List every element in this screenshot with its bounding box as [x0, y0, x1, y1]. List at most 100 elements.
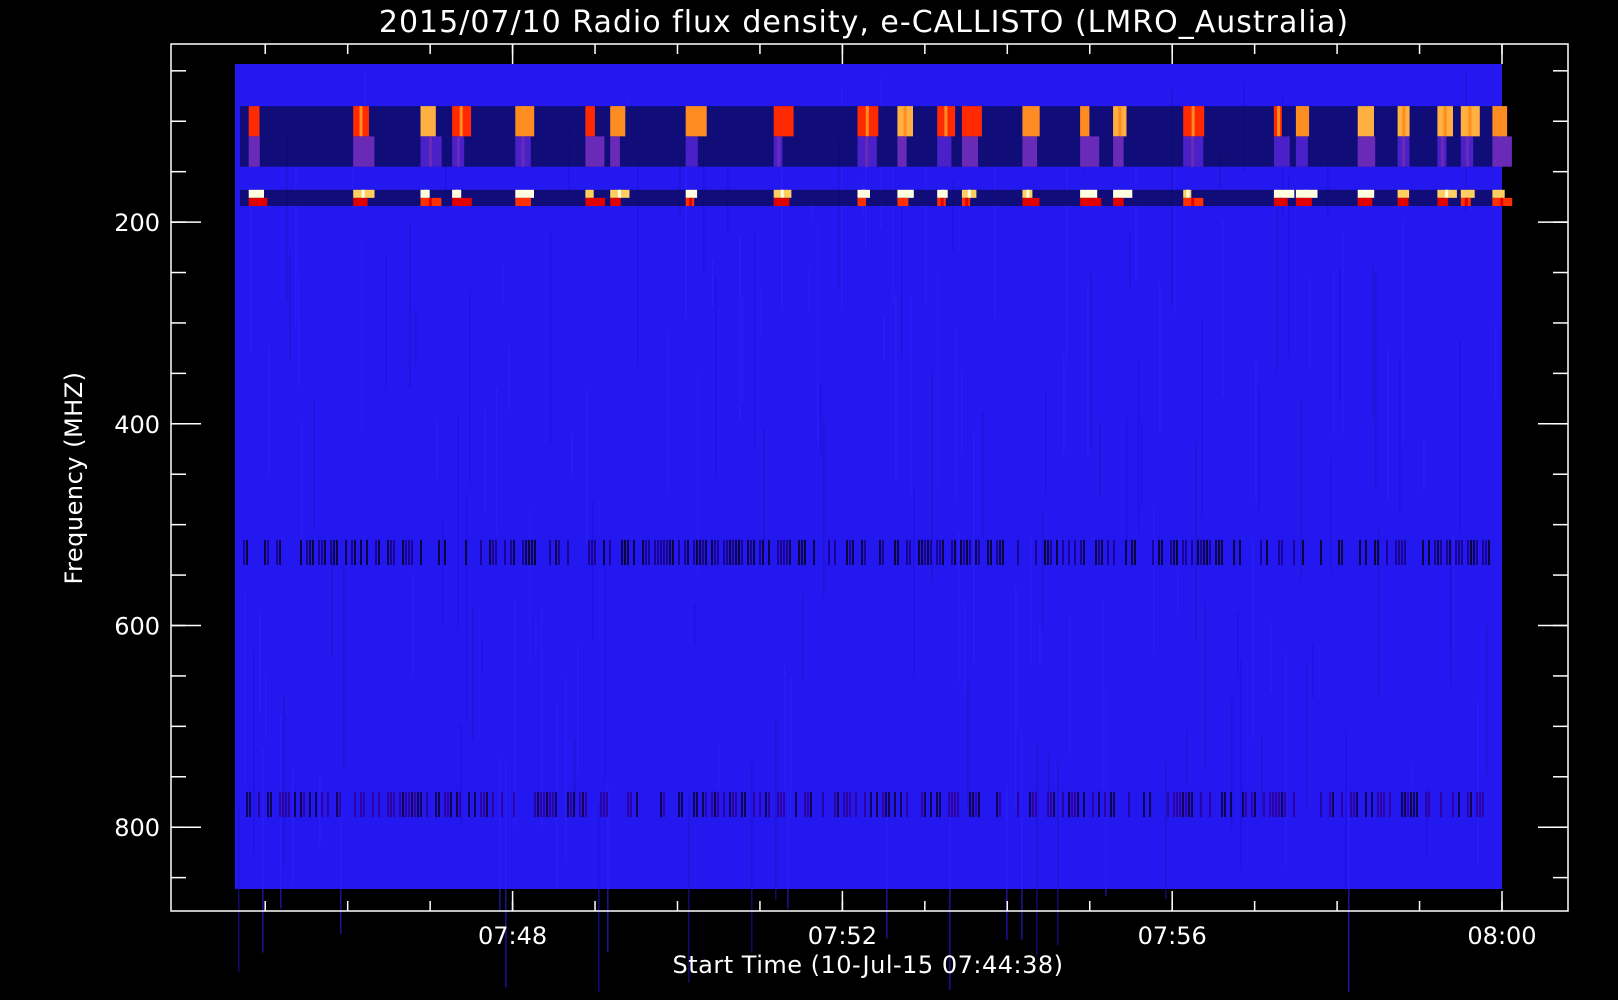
noise-streak — [937, 275, 939, 487]
band-cell — [921, 539, 923, 565]
burst-cell — [424, 189, 428, 198]
band-cell — [1413, 791, 1415, 818]
band-cell — [987, 539, 989, 565]
band-cell — [627, 539, 629, 565]
band-cell — [963, 539, 965, 565]
noise-streak — [1195, 442, 1197, 641]
noise-streak — [694, 604, 696, 646]
noise-streak — [742, 296, 744, 404]
noise-streak — [994, 156, 996, 319]
band-cell — [1338, 539, 1340, 565]
band-cell — [1176, 539, 1178, 565]
band-cell — [1017, 539, 1019, 565]
burst-cell — [353, 136, 375, 167]
band-cell — [1332, 791, 1334, 818]
band-cell — [534, 791, 536, 818]
band-cell — [678, 539, 680, 565]
burst-cell — [689, 197, 693, 206]
burst-cell — [1191, 106, 1195, 137]
band-cell — [777, 539, 779, 565]
band-cell — [474, 791, 476, 818]
band-cell — [954, 539, 956, 565]
noise-streak — [1252, 539, 1254, 739]
band-cell — [795, 791, 797, 818]
band-cell — [1113, 791, 1115, 818]
noise-streak — [637, 140, 639, 367]
band-cell — [762, 539, 764, 565]
band-cell — [666, 539, 668, 565]
band-cell — [480, 539, 482, 565]
band-cell — [1230, 791, 1232, 818]
band-cell — [804, 791, 806, 818]
burst-cell — [1191, 136, 1195, 167]
noise-streak — [1138, 360, 1140, 533]
noise-streak — [565, 677, 567, 861]
burst-cell — [1465, 136, 1469, 167]
noise-streak — [409, 222, 411, 388]
band-cell — [936, 791, 938, 818]
burst-cell — [456, 136, 460, 167]
burst-cell — [1279, 197, 1283, 206]
burst-cell — [1118, 106, 1122, 137]
burst-cell — [460, 197, 463, 206]
band-cell — [1173, 791, 1175, 818]
band-cell — [1320, 791, 1322, 818]
band-cell — [660, 791, 662, 818]
burst-cell — [1026, 189, 1030, 198]
band-cell — [699, 539, 701, 565]
band-cell — [468, 791, 470, 818]
band-cell — [978, 539, 980, 565]
band-cell — [1050, 539, 1052, 565]
band-cell — [492, 791, 494, 818]
band-cell — [1476, 791, 1478, 818]
band-cell — [1062, 791, 1064, 818]
band-cell — [393, 791, 395, 818]
band-cell — [1191, 539, 1193, 565]
band-cell — [486, 791, 488, 818]
band-cell — [363, 791, 365, 818]
band-cell — [600, 791, 602, 818]
noise-streak — [481, 637, 483, 674]
band-cell — [1206, 539, 1208, 565]
noise-streak — [319, 774, 321, 846]
band-cell — [1458, 791, 1460, 818]
band-cell — [1128, 791, 1130, 818]
band-cell — [1161, 539, 1163, 565]
band-cell — [1356, 791, 1358, 818]
burst-cell — [1302, 197, 1306, 206]
band-cell — [1068, 791, 1070, 818]
noise-streak — [802, 594, 804, 684]
noise-streak — [760, 287, 762, 337]
band-cell — [834, 539, 836, 565]
band-cell — [1197, 539, 1199, 565]
band-cell — [285, 791, 287, 818]
band-cell — [1095, 539, 1097, 565]
band-cell — [765, 791, 767, 818]
burst-cell — [685, 136, 698, 167]
band-cell — [1074, 791, 1076, 818]
band-cell — [1377, 791, 1379, 818]
band-cell — [906, 791, 908, 818]
band-cell — [642, 539, 644, 565]
burst-cell — [1443, 106, 1447, 137]
band-cell — [465, 539, 467, 565]
burst-cell — [522, 106, 526, 137]
band-cell — [1467, 539, 1469, 565]
band-cell — [390, 539, 392, 565]
burst-cell — [968, 136, 972, 167]
burst-cell — [1113, 189, 1133, 198]
band-cell — [951, 539, 953, 565]
band-cell — [1470, 791, 1472, 818]
band-cell — [747, 539, 749, 565]
noise-streak — [1222, 220, 1224, 398]
band-cell — [1278, 791, 1280, 818]
band-cell — [336, 791, 338, 818]
band-cell — [282, 791, 284, 818]
band-cell — [1458, 539, 1460, 565]
band-cell — [1470, 539, 1472, 565]
band-cell — [663, 539, 665, 565]
burst-cell — [1402, 136, 1406, 167]
band-cell — [1071, 791, 1073, 818]
band-cell — [573, 791, 575, 818]
burst-cell — [1397, 189, 1410, 198]
